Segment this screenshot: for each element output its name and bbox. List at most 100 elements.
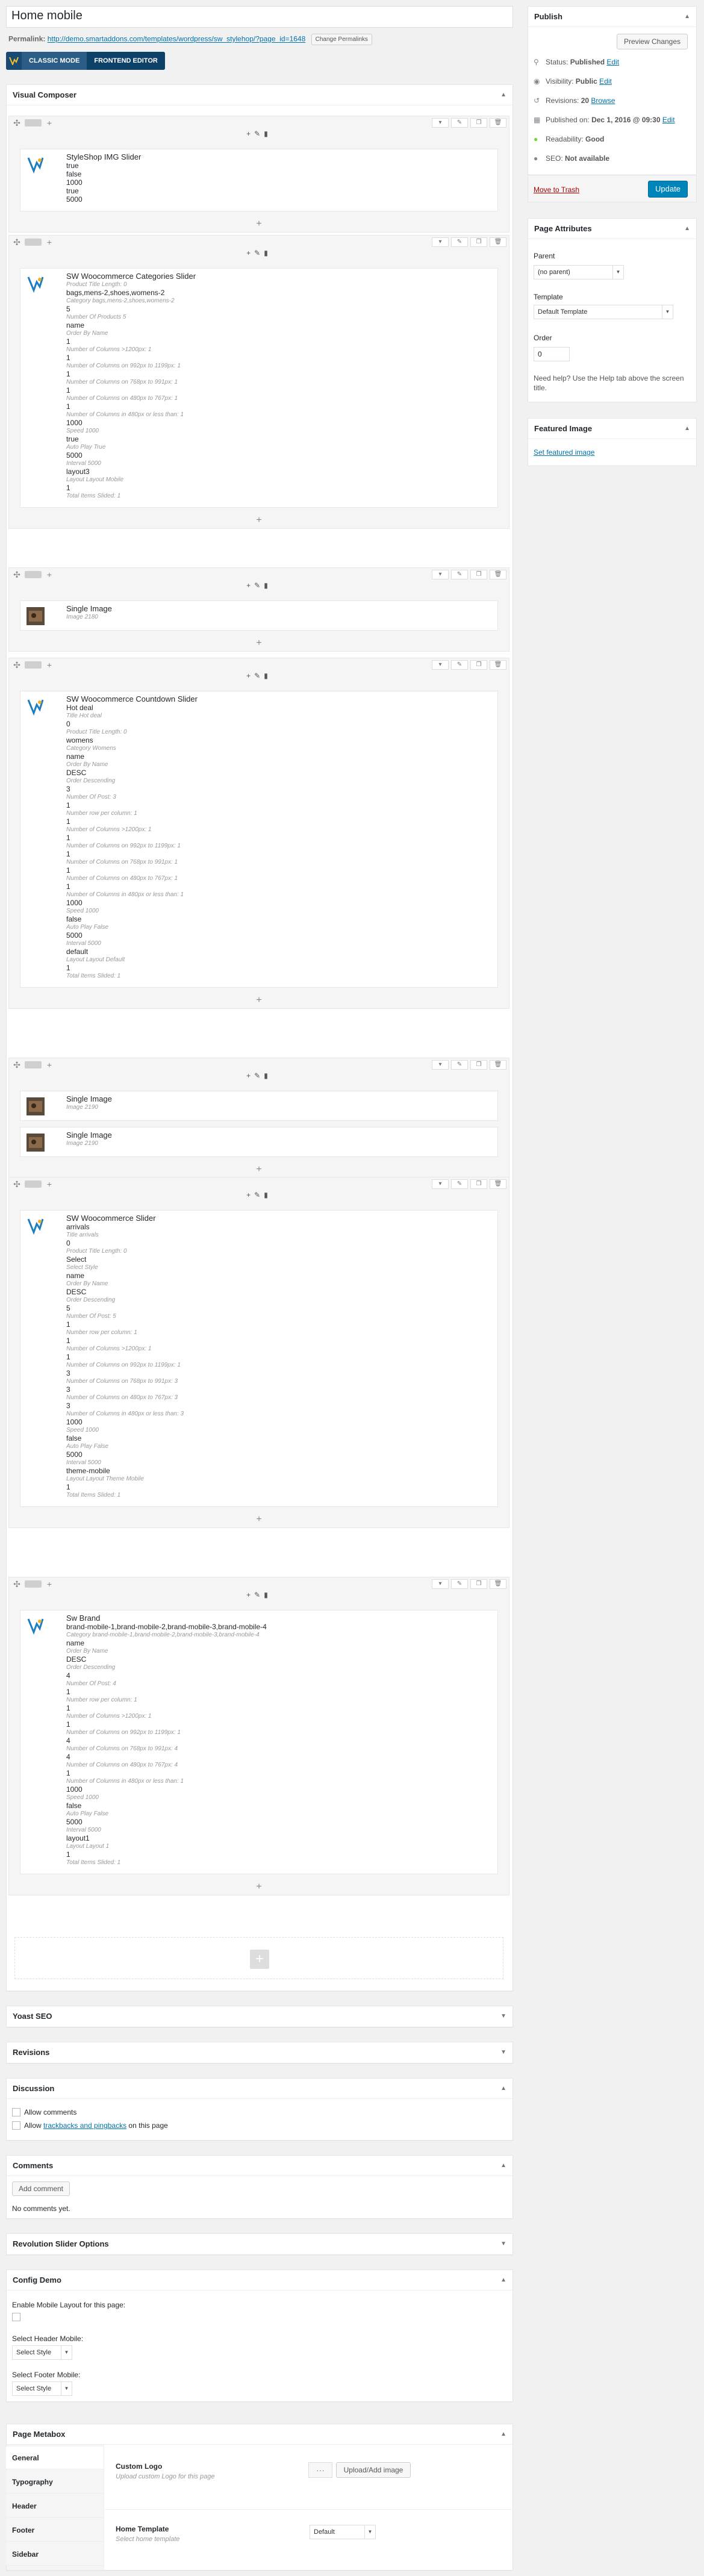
add-element-icon[interactable]: + (9, 1514, 509, 1525)
collapse-toggle-icon[interactable]: ▲ (500, 2270, 506, 2291)
update-button[interactable]: Update (648, 181, 688, 198)
vc-element[interactable]: SW Woocommerce Categories Slider Product … (20, 268, 498, 508)
change-permalinks-button[interactable]: Change Permalinks (311, 34, 372, 45)
drag-row-icon[interactable]: ✣ (11, 1060, 22, 1070)
add-icon[interactable]: + (246, 1591, 254, 1599)
add-element-icon[interactable]: + (9, 1882, 509, 1892)
add-element-icon[interactable]: + (9, 638, 509, 649)
add-element-icon[interactable]: + (9, 1164, 509, 1175)
pencil-icon[interactable]: ✎ (451, 1579, 468, 1589)
trash-icon[interactable]: ▮ (264, 249, 272, 257)
move-to-trash-link[interactable]: Move to Trash (534, 186, 579, 194)
chevron-down-icon[interactable]: ▾ (432, 570, 449, 579)
add-icon[interactable]: + (246, 1071, 254, 1080)
copy-icon[interactable]: ❐ (470, 1179, 487, 1189)
trash-icon[interactable]: ▮ (264, 1191, 272, 1199)
pencil-icon[interactable]: ✎ (451, 1060, 468, 1070)
copy-icon[interactable]: ❐ (470, 660, 487, 670)
enable-mobile-checkbox[interactable] (12, 2313, 20, 2321)
visual-composer-header[interactable]: Visual Composer ▲ (7, 85, 512, 105)
layout-icon[interactable] (25, 1580, 42, 1588)
drag-row-icon[interactable]: ✣ (11, 237, 22, 247)
copy-icon[interactable]: ❐ (470, 237, 487, 247)
upload-image-button[interactable]: Upload/Add image (336, 2462, 411, 2478)
add-icon[interactable]: + (44, 570, 55, 579)
pencil-icon[interactable]: ✎ (254, 249, 264, 257)
column-controls[interactable]: +✎▮ (9, 129, 509, 139)
revisions-box[interactable]: Revisions ▼ (6, 2042, 513, 2063)
add-element-icon[interactable]: + (9, 995, 509, 1006)
trash-icon[interactable]: ▮ (264, 581, 272, 590)
add-icon[interactable]: + (44, 660, 55, 670)
preview-changes-button[interactable]: Preview Changes (617, 34, 688, 49)
copy-icon[interactable]: ❐ (470, 1060, 487, 1070)
add-icon[interactable]: + (246, 581, 254, 590)
chevron-down-icon[interactable]: ▾ (432, 118, 449, 128)
pencil-icon[interactable]: ✎ (254, 1591, 264, 1599)
vc-element[interactable]: StyleShop IMG Slider true false 1000 true 500… (20, 149, 498, 211)
trash-icon[interactable]: 🗑 (490, 1579, 506, 1589)
column-controls[interactable]: +✎▮ (9, 581, 509, 591)
add-comment-button[interactable]: Add comment (12, 2181, 70, 2196)
vc-element[interactable]: Sw Brand brand-mobile-1,brand-mobile-2,br… (20, 1610, 498, 1874)
column-controls[interactable]: +✎▮ (9, 249, 509, 258)
visibility-edit-link[interactable]: Edit (599, 77, 612, 86)
allow-comments-checkbox[interactable] (12, 2108, 20, 2116)
pencil-icon[interactable]: ✎ (451, 1179, 468, 1189)
collapse-toggle-icon[interactable]: ▲ (684, 219, 690, 239)
layout-icon[interactable] (25, 661, 42, 669)
copy-icon[interactable]: ❐ (470, 118, 487, 128)
post-title-input[interactable]: Home mobile (6, 6, 513, 28)
vc-element[interactable]: SW Woocommerce Slider arrivals Title arriv… (20, 1210, 498, 1507)
trash-icon[interactable]: ▮ (264, 672, 272, 680)
collapse-toggle-icon[interactable]: ▲ (500, 2156, 506, 2176)
vc-element[interactable]: SW Woocommerce Countdown Slider Hot deal T… (20, 691, 498, 988)
collapse-toggle-icon[interactable]: ▲ (684, 7, 690, 27)
layout-icon[interactable] (25, 1180, 42, 1188)
drag-row-icon[interactable]: ✣ (11, 570, 22, 579)
chevron-down-icon[interactable]: ▾ (432, 660, 449, 670)
vc-element[interactable]: Single Image Image 2180 (20, 600, 498, 631)
layout-icon[interactable] (25, 239, 42, 246)
expand-toggle-icon[interactable]: ▼ (500, 2234, 506, 2254)
add-icon[interactable]: + (44, 1060, 55, 1070)
tab-sidebar[interactable]: Sidebar (6, 2543, 104, 2566)
drag-row-icon[interactable]: ✣ (11, 1179, 22, 1189)
chevron-down-icon[interactable]: ▾ (432, 237, 449, 247)
status-edit-link[interactable]: Edit (606, 58, 619, 66)
template-select[interactable]: Default Template ▼ (534, 305, 673, 319)
frontend-editor-button[interactable]: FRONTEND EDITOR (87, 52, 165, 70)
allow-trackbacks-checkbox[interactable] (12, 2121, 20, 2130)
add-icon[interactable]: + (246, 1191, 254, 1199)
revisions-browse-link[interactable]: Browse (591, 96, 615, 105)
pencil-icon[interactable]: ✎ (451, 660, 468, 670)
add-icon[interactable]: + (246, 672, 254, 680)
pencil-icon[interactable]: ✎ (254, 1071, 264, 1080)
yoast-seo-box[interactable]: Yoast SEO ▼ (6, 2006, 513, 2027)
vc-element[interactable]: Single Image Image 2190 (20, 1127, 498, 1157)
layout-icon[interactable] (25, 119, 42, 126)
collapse-toggle-icon[interactable]: ▲ (500, 2079, 506, 2099)
vc-add-element-area[interactable]: + (14, 1937, 503, 1979)
pencil-icon[interactable]: ✎ (254, 672, 264, 680)
tab-footer[interactable]: Footer (6, 2519, 104, 2542)
add-element-icon[interactable]: + (9, 219, 509, 229)
chevron-down-icon[interactable]: ▾ (432, 1179, 449, 1189)
layout-icon[interactable] (25, 571, 42, 578)
pencil-icon[interactable]: ✎ (451, 237, 468, 247)
chevron-down-icon[interactable]: ▾ (432, 1060, 449, 1070)
trackbacks-link[interactable]: trackbacks and pingbacks (43, 2121, 126, 2130)
classic-mode-button[interactable]: CLASSIC MODE (22, 52, 87, 70)
add-icon[interactable]: + (44, 237, 55, 247)
column-controls[interactable]: +✎▮ (9, 1071, 509, 1081)
parent-select[interactable]: (no parent) ▼ (534, 265, 624, 279)
date-edit-link[interactable]: Edit (662, 116, 675, 124)
expand-toggle-icon[interactable]: ▼ (500, 2042, 506, 2063)
trash-icon[interactable]: ▮ (264, 129, 272, 138)
home-template-select[interactable]: Default ▼ (310, 2525, 376, 2539)
tab-general[interactable]: General (6, 2447, 104, 2469)
add-element-icon[interactable]: + (250, 1950, 269, 1969)
add-icon[interactable]: + (44, 1579, 55, 1589)
chevron-down-icon[interactable]: ▾ (432, 1579, 449, 1589)
trash-icon[interactable]: 🗑 (490, 237, 506, 247)
